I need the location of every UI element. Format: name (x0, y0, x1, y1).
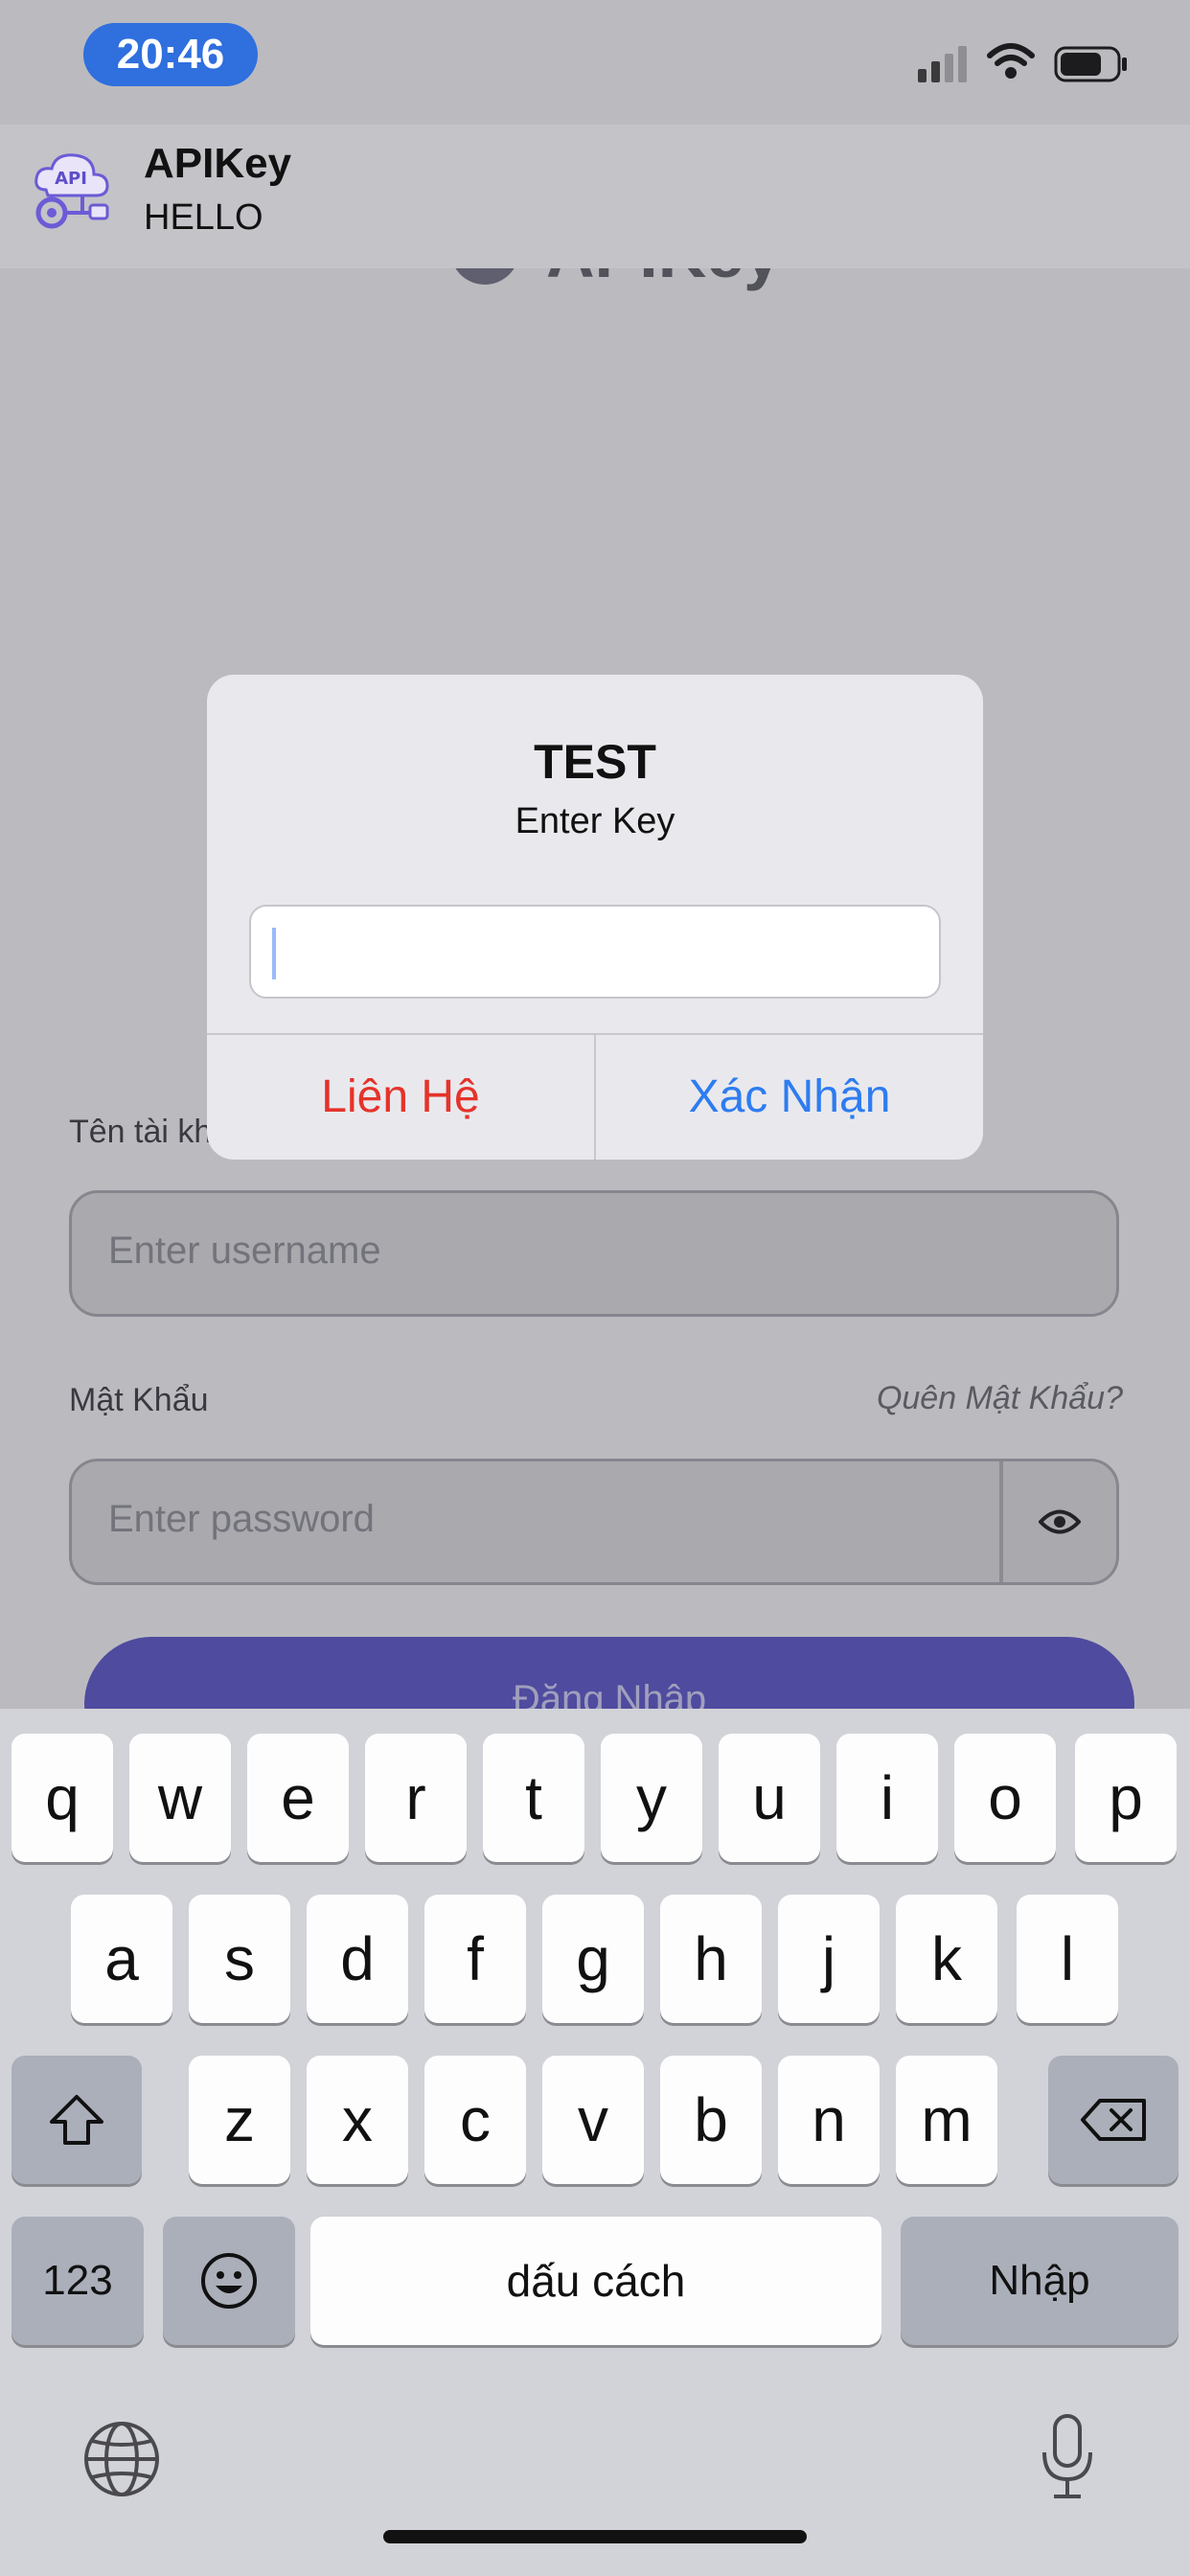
svg-text:API: API (55, 169, 87, 189)
backspace-icon (1081, 2099, 1146, 2141)
key-t[interactable]: t (483, 1734, 584, 1862)
banner-app-name: APIKey (144, 140, 292, 187)
contact-button[interactable]: Liên Hệ (207, 1035, 594, 1160)
key-input[interactable] (249, 905, 941, 999)
wifi-icon (987, 43, 1035, 79)
key-w[interactable]: w (129, 1734, 231, 1862)
cellular-signal-icon (918, 44, 970, 82)
return-key[interactable]: Nhập (901, 2217, 1179, 2345)
keyboard: q w e r t y u i o p a s d f g h j k l z … (0, 1709, 1190, 2576)
status-time: 20:46 (83, 23, 258, 86)
key-y[interactable]: y (601, 1734, 702, 1862)
alert-dialog: TEST Enter Key Liên Hệ Xác Nhận (207, 675, 983, 1160)
key-c[interactable]: c (424, 2056, 526, 2184)
key-o[interactable]: o (954, 1734, 1056, 1862)
shift-icon (50, 2095, 103, 2145)
key-v[interactable]: v (542, 2056, 644, 2184)
key-j[interactable]: j (778, 1895, 880, 2023)
text-caret (272, 928, 276, 979)
key-k[interactable]: k (896, 1895, 997, 2023)
key-z[interactable]: z (189, 2056, 290, 2184)
home-indicator[interactable] (383, 2530, 807, 2543)
microphone-icon[interactable] (1039, 2412, 1096, 2504)
alert-title: TEST (534, 735, 656, 789)
key-g[interactable]: g (542, 1895, 644, 2023)
key-f[interactable]: f (424, 1895, 526, 2023)
key-s[interactable]: s (189, 1895, 290, 2023)
key-r[interactable]: r (365, 1734, 467, 1862)
alert-message: Enter Key (515, 801, 675, 841)
shift-key[interactable] (11, 2056, 142, 2184)
key-q[interactable]: q (11, 1734, 113, 1862)
emoji-key[interactable] (163, 2217, 295, 2345)
key-x[interactable]: x (307, 2056, 408, 2184)
numbers-key[interactable]: 123 (11, 2217, 144, 2345)
key-m[interactable]: m (896, 2056, 997, 2184)
api-app-icon: API (34, 153, 109, 229)
key-e[interactable]: e (247, 1734, 349, 1862)
battery-icon (1054, 46, 1127, 82)
key-u[interactable]: u (719, 1734, 820, 1862)
key-b[interactable]: b (660, 2056, 762, 2184)
key-h[interactable]: h (660, 1895, 762, 2023)
banner-message: HELLO (144, 197, 263, 238)
backspace-key[interactable] (1048, 2056, 1179, 2184)
space-key[interactable]: dấu cách (310, 2217, 881, 2345)
confirm-button[interactable]: Xác Nhận (596, 1035, 983, 1160)
emoji-icon (201, 2253, 257, 2309)
key-i[interactable]: i (836, 1734, 938, 1862)
key-n[interactable]: n (778, 2056, 880, 2184)
key-l[interactable]: l (1017, 1895, 1118, 2023)
key-d[interactable]: d (307, 1895, 408, 2023)
key-p[interactable]: p (1075, 1734, 1177, 1862)
globe-icon[interactable] (82, 2420, 161, 2498)
key-a[interactable]: a (71, 1895, 172, 2023)
notification-banner[interactable]: API APIKey HELLO (0, 125, 1190, 268)
